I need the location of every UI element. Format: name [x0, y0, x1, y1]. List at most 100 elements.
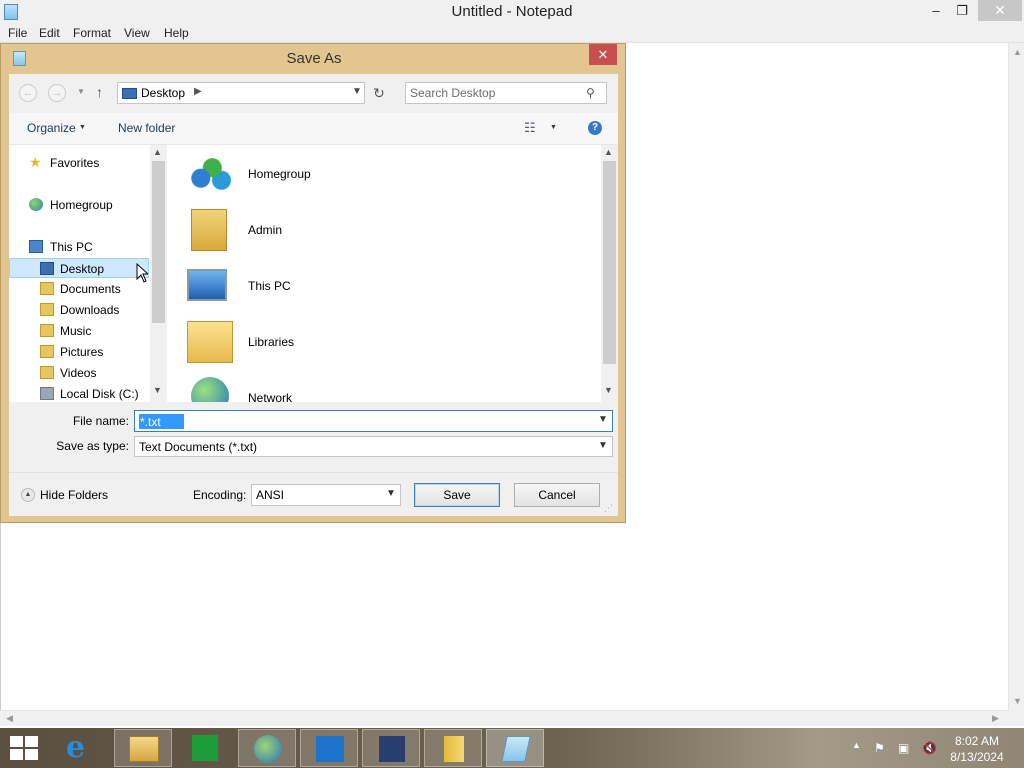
nav-item-documents[interactable]: Documents — [9, 279, 149, 299]
scrollbar-thumb[interactable] — [152, 161, 165, 323]
nav-item-desktop[interactable]: Desktop — [9, 258, 149, 278]
file-item-homegroup[interactable]: Homegroup — [185, 151, 425, 203]
horizontal-scrollbar[interactable]: ◀ ▶ — [0, 710, 1008, 726]
nav-item-favorites[interactable]: ★ Favorites — [9, 153, 149, 173]
scroll-down-icon[interactable]: ▼ — [1013, 696, 1022, 706]
globe-app-icon — [254, 735, 282, 763]
drive-icon — [40, 387, 54, 400]
nav-item-downloads[interactable]: Downloads — [9, 300, 149, 320]
organize-button[interactable]: Organize — [27, 121, 76, 135]
taskbar-globe-app[interactable] — [238, 729, 296, 767]
music-folder-icon — [40, 324, 54, 337]
save-as-type-value: Text Documents (*.txt) — [139, 440, 258, 454]
windows-logo-tile — [10, 749, 23, 760]
recent-locations-dropdown-icon[interactable]: ▼ — [77, 87, 85, 96]
new-folder-button[interactable]: New folder — [118, 121, 175, 135]
volume-muted-icon[interactable]: 🔇 — [922, 741, 937, 755]
nav-item-label: Videos — [60, 366, 97, 380]
scroll-up-icon[interactable]: ▲ — [153, 147, 162, 157]
save-as-type-dropdown-icon[interactable]: ▼ — [598, 440, 608, 451]
encoding-label: Encoding: — [193, 488, 247, 502]
file-name-field[interactable]: ▼ — [134, 410, 613, 432]
nav-item-this-pc[interactable]: This PC — [9, 237, 149, 257]
encoding-select[interactable]: ANSI ▼ — [251, 484, 401, 506]
file-item-admin[interactable]: Admin — [185, 207, 425, 259]
scroll-left-icon[interactable]: ◀ — [6, 713, 13, 724]
hide-folders-button[interactable]: ▲ Hide Folders — [19, 485, 119, 505]
taskbar-internet-explorer[interactable]: e — [52, 729, 110, 767]
save-as-type-select[interactable]: Text Documents (*.txt) ▼ — [134, 436, 613, 457]
notepad-titlebar[interactable]: Untitled - Notepad – ❐ ✕ — [0, 0, 1024, 24]
taskbar-file-explorer[interactable] — [114, 729, 172, 767]
nav-item-label: Pictures — [60, 345, 104, 359]
address-dropdown-icon[interactable]: ▼ — [352, 86, 362, 97]
resize-grip-icon[interactable]: ⋰ — [604, 503, 613, 514]
menu-file[interactable]: File — [8, 26, 27, 40]
back-button[interactable]: ← — [19, 84, 37, 102]
network-tray-icon[interactable]: ▣ — [898, 741, 912, 755]
minimize-button[interactable]: – — [922, 0, 950, 21]
up-arrow-icon[interactable]: ↑ — [96, 84, 103, 100]
taskbar-install-app[interactable] — [362, 729, 420, 767]
help-icon[interactable]: ? — [588, 121, 602, 135]
menu-bar: File Edit Format View Help — [0, 24, 1024, 43]
start-button[interactable] — [8, 736, 38, 760]
save-button[interactable]: Save — [414, 483, 500, 507]
clock-time[interactable]: 8:02 AM — [938, 734, 1016, 748]
view-options-chevron-icon[interactable]: ▼ — [550, 124, 557, 131]
scroll-up-icon[interactable]: ▲ — [604, 147, 613, 157]
vertical-scrollbar[interactable]: ▲ ▼ — [1008, 43, 1024, 710]
nav-item-videos[interactable]: Videos — [9, 363, 149, 383]
internet-explorer-icon: e — [66, 730, 86, 765]
taskbar-notepad[interactable] — [486, 729, 544, 767]
documents-folder-icon — [40, 282, 54, 295]
scroll-down-icon[interactable]: ▼ — [153, 385, 162, 395]
scroll-down-icon[interactable]: ▼ — [604, 385, 613, 395]
file-name-dropdown-icon[interactable]: ▼ — [598, 414, 608, 425]
action-center-flag-icon[interactable]: ⚑ — [874, 741, 888, 755]
search-input[interactable] — [410, 85, 580, 101]
menu-view[interactable]: View — [124, 26, 150, 40]
nav-item-homegroup[interactable]: Homegroup — [9, 195, 149, 215]
menu-format[interactable]: Format — [73, 26, 111, 40]
chevron-down-icon[interactable]: ▼ — [79, 124, 86, 131]
encoding-dropdown-icon[interactable]: ▼ — [386, 488, 396, 499]
search-box[interactable]: ⚲ — [405, 82, 607, 104]
file-item-network[interactable]: Network — [185, 375, 425, 402]
menu-help[interactable]: Help — [164, 26, 189, 40]
file-item-libraries[interactable]: Libraries — [185, 319, 425, 371]
taskbar-store[interactable] — [176, 729, 234, 767]
address-location[interactable]: Desktop — [141, 86, 185, 100]
menu-edit[interactable]: Edit — [39, 26, 60, 40]
refresh-icon[interactable]: ↻ — [367, 82, 391, 104]
scroll-right-icon[interactable]: ▶ — [992, 713, 999, 724]
show-hidden-icons-icon[interactable]: ▲ — [852, 740, 861, 750]
remote-app-icon — [316, 736, 344, 762]
cancel-button[interactable]: Cancel — [514, 483, 600, 507]
dialog-close-button[interactable]: ✕ — [589, 44, 617, 65]
desktop-folder-icon — [40, 262, 54, 275]
restore-button[interactable]: ❐ — [948, 0, 976, 21]
search-icon[interactable]: ⚲ — [586, 86, 595, 100]
pictures-folder-icon — [40, 345, 54, 358]
nav-item-label: Homegroup — [50, 198, 113, 212]
nav-item-local-disk[interactable]: Local Disk (C:) — [9, 384, 149, 404]
windows-logo-tile — [25, 736, 38, 747]
address-bar[interactable]: Desktop ▶ ▼ — [117, 82, 365, 104]
nav-pane-scrollbar[interactable]: ▲ ▼ — [150, 145, 167, 402]
scrollbar-thumb[interactable] — [603, 161, 616, 364]
close-button[interactable]: ✕ — [978, 0, 1022, 21]
clock-date[interactable]: 8/13/2024 — [938, 750, 1016, 764]
file-explorer-icon — [129, 736, 159, 762]
nav-item-music[interactable]: Music — [9, 321, 149, 341]
taskbar-remote-app[interactable] — [300, 729, 358, 767]
file-name-input[interactable] — [139, 414, 184, 429]
file-item-this-pc[interactable]: This PC — [185, 263, 425, 315]
file-list-scrollbar[interactable]: ▲ ▼ — [601, 145, 618, 402]
breadcrumb-chevron-icon[interactable]: ▶ — [194, 86, 202, 97]
nav-item-pictures[interactable]: Pictures — [9, 342, 149, 362]
change-view-icon[interactable]: ☷ — [524, 120, 536, 136]
scroll-up-icon[interactable]: ▲ — [1013, 47, 1022, 57]
forward-button[interactable]: → — [48, 84, 66, 102]
taskbar-file-app[interactable] — [424, 729, 482, 767]
